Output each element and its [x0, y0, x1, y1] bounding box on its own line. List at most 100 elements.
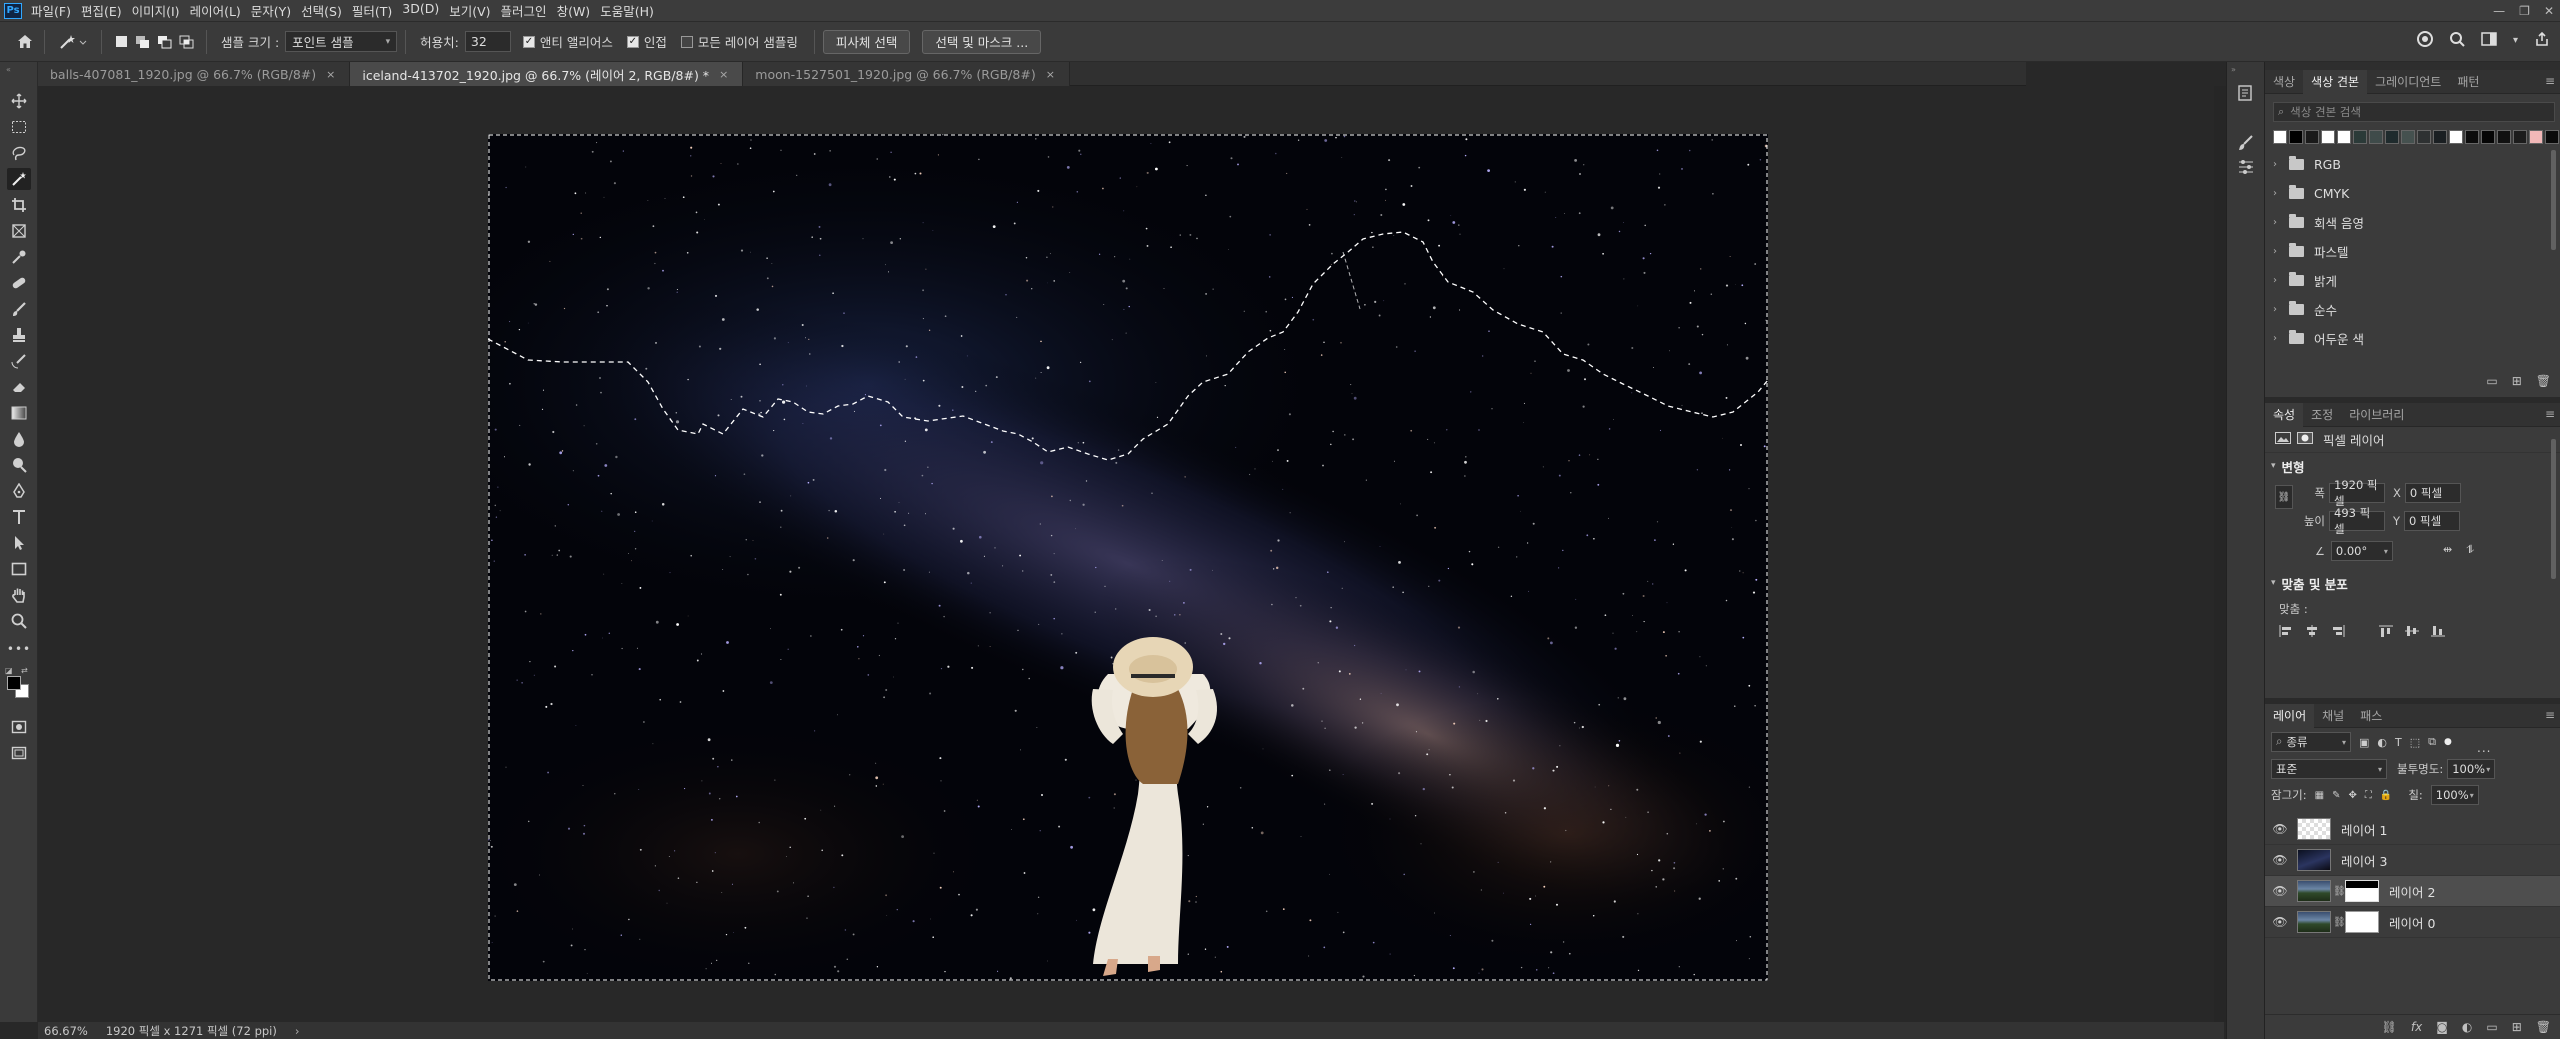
layer-mask-thumbnail[interactable]	[2345, 880, 2379, 902]
color-swatch[interactable]	[2337, 130, 2351, 144]
panel-menu-icon[interactable]: ≡	[2545, 407, 2555, 421]
menu-item[interactable]: 3D(D)	[397, 1, 444, 20]
menu-item[interactable]: 문자(Y)	[246, 1, 296, 20]
color-swatch[interactable]	[2545, 130, 2559, 144]
close-tab-icon[interactable]: ×	[326, 68, 335, 81]
share-icon[interactable]	[2534, 31, 2550, 50]
adjustments-panel-icon[interactable]	[2237, 158, 2255, 178]
new-swatch-icon[interactable]: ⊞	[2512, 374, 2522, 388]
width-input[interactable]: 1920 픽셀	[2329, 478, 2385, 508]
document-tab[interactable]: balls-407081_1920.jpg @ 66.7% (RGB/8#) ×	[38, 62, 351, 86]
swatch-group[interactable]: › 순수	[2265, 295, 2560, 324]
swatch-group[interactable]: › 어두운 색	[2265, 324, 2560, 353]
document-canvas[interactable]	[488, 134, 1768, 981]
color-swatch[interactable]	[2305, 130, 2319, 144]
color-swatch[interactable]	[2465, 130, 2479, 144]
hand-tool-icon[interactable]	[7, 584, 31, 606]
lasso-tool-icon[interactable]	[7, 142, 31, 164]
move-tool-icon[interactable]	[7, 90, 31, 112]
quick-mask-icon[interactable]	[7, 716, 31, 738]
brush-tool-icon[interactable]	[7, 298, 31, 320]
sample-all-layers-checkbox[interactable]: 모든 레이어 샘플링	[680, 32, 804, 51]
marquee-tool-icon[interactable]	[7, 116, 31, 138]
workspace-icon[interactable]	[2481, 32, 2497, 49]
chevron-right-icon[interactable]: ›	[295, 1024, 300, 1038]
color-swatch[interactable]	[2401, 130, 2415, 144]
layer-name[interactable]: 레이어 0	[2389, 913, 2435, 932]
panel-tab[interactable]: 라이브러리	[2341, 403, 2412, 427]
restore-icon[interactable]: ❐	[2519, 4, 2530, 18]
color-swatch[interactable]	[2417, 130, 2431, 144]
panel-tab[interactable]: 패턴	[2449, 70, 2487, 94]
filter-type-icon[interactable]: T	[2395, 736, 2402, 749]
minimize-icon[interactable]: —	[2493, 4, 2505, 18]
color-swatch[interactable]	[2385, 130, 2399, 144]
search-icon[interactable]	[2449, 31, 2465, 50]
link-layers-icon[interactable]: ⛓	[2382, 1020, 2397, 1034]
clone-stamp-tool-icon[interactable]	[7, 324, 31, 346]
new-selection-icon[interactable]	[110, 31, 132, 53]
align-top-icon[interactable]	[2379, 625, 2393, 640]
swatch-group[interactable]: › CMYK	[2265, 179, 2560, 208]
visibility-eye-icon[interactable]: 👁	[2269, 884, 2291, 898]
swatch-group[interactable]: › 밝게	[2265, 266, 2560, 295]
layer-row[interactable]: 👁 ⛓ 레이어 0	[2265, 907, 2560, 938]
select-subject-button[interactable]: 피사체 선택	[822, 29, 911, 54]
layer-row[interactable]: 👁 레이어 1	[2265, 814, 2560, 845]
vertical-scrollbar[interactable]	[2214, 86, 2226, 1022]
panel-tab[interactable]: 조정	[2303, 403, 2341, 427]
document-info[interactable]: 1920 픽셀 x 1271 픽셀 (72 ppi)	[106, 1023, 277, 1039]
properties-scrollbar[interactable]	[2551, 439, 2556, 579]
panel-menu-icon[interactable]: ≡	[2545, 708, 2555, 722]
panel-menu-icon[interactable]: ≡	[2545, 74, 2555, 88]
swatch-search-field[interactable]: ⌕ 색상 견본 검색	[2273, 102, 2555, 122]
intersect-selection-icon[interactable]	[176, 31, 198, 53]
visibility-eye-icon[interactable]: 👁	[2269, 822, 2291, 836]
magic-wand-tool-icon[interactable]	[7, 168, 31, 190]
menu-item[interactable]: 플러그인	[496, 1, 552, 20]
mask-link-icon[interactable]: ⛓	[2333, 917, 2346, 928]
opacity-input[interactable]: 100% ▾	[2447, 759, 2496, 779]
align-middle-v-icon[interactable]	[2405, 625, 2419, 640]
add-selection-icon[interactable]	[132, 31, 154, 53]
tolerance-input[interactable]: 32	[464, 31, 511, 52]
align-right-icon[interactable]	[2331, 625, 2345, 640]
close-tab-icon[interactable]: ×	[719, 68, 728, 81]
collapse-icon[interactable]: «	[6, 65, 11, 74]
collapse-icon[interactable]: »	[2231, 65, 2236, 74]
chevron-down-icon[interactable]: ▾	[2513, 35, 2518, 46]
color-swatch[interactable]	[2481, 130, 2495, 144]
blur-tool-icon[interactable]	[7, 428, 31, 450]
mask-link-icon[interactable]: ⛓	[2333, 886, 2346, 897]
panel-tab[interactable]: 패스	[2352, 704, 2390, 728]
color-swatch[interactable]	[2433, 130, 2447, 144]
type-tool-icon[interactable]	[7, 506, 31, 528]
swatches-scrollbar[interactable]	[2551, 150, 2556, 250]
panel-tab[interactable]: 색상 견본	[2303, 69, 2368, 94]
swatch-group[interactable]: › 파스텔	[2265, 237, 2560, 266]
link-dimensions-icon[interactable]: ⛓	[2275, 485, 2293, 509]
menu-item[interactable]: 파일(F)	[26, 1, 76, 20]
color-swatch[interactable]	[2449, 130, 2463, 144]
filter-shape-icon[interactable]: ⬚	[2410, 736, 2420, 749]
contiguous-checkbox[interactable]: ✓ 인접	[626, 32, 673, 51]
transform-section-header[interactable]: ▾ 변형	[2265, 453, 2560, 479]
lock-image-icon[interactable]: ✎	[2332, 790, 2340, 801]
panel-tab[interactable]: 그레이디언트	[2367, 70, 2449, 94]
menu-item[interactable]: 레이어(L)	[185, 1, 246, 20]
angle-input[interactable]: 0.00° ▾	[2330, 541, 2393, 561]
align-left-icon[interactable]	[2279, 625, 2293, 640]
color-swatches[interactable]: ◪ ⇄	[5, 666, 33, 702]
zoom-tool-icon[interactable]	[7, 610, 31, 632]
antialias-checkbox[interactable]: ✓ 앤티 앨리어스	[522, 32, 619, 51]
home-icon[interactable]	[14, 31, 36, 53]
layer-filter-select[interactable]: ⌕ 종류 ▾	[2271, 732, 2351, 752]
color-swatch[interactable]	[2273, 130, 2287, 144]
new-group-icon[interactable]: ▭	[2486, 374, 2497, 388]
flip-horizontal-icon[interactable]: ⇹	[2443, 543, 2452, 557]
screen-mode-icon[interactable]	[7, 742, 31, 764]
color-swatch[interactable]	[2353, 130, 2367, 144]
menu-item[interactable]: 필터(T)	[347, 1, 397, 20]
layer-name[interactable]: 레이어 3	[2341, 851, 2387, 870]
more-tools-icon[interactable]: •••	[7, 638, 31, 660]
